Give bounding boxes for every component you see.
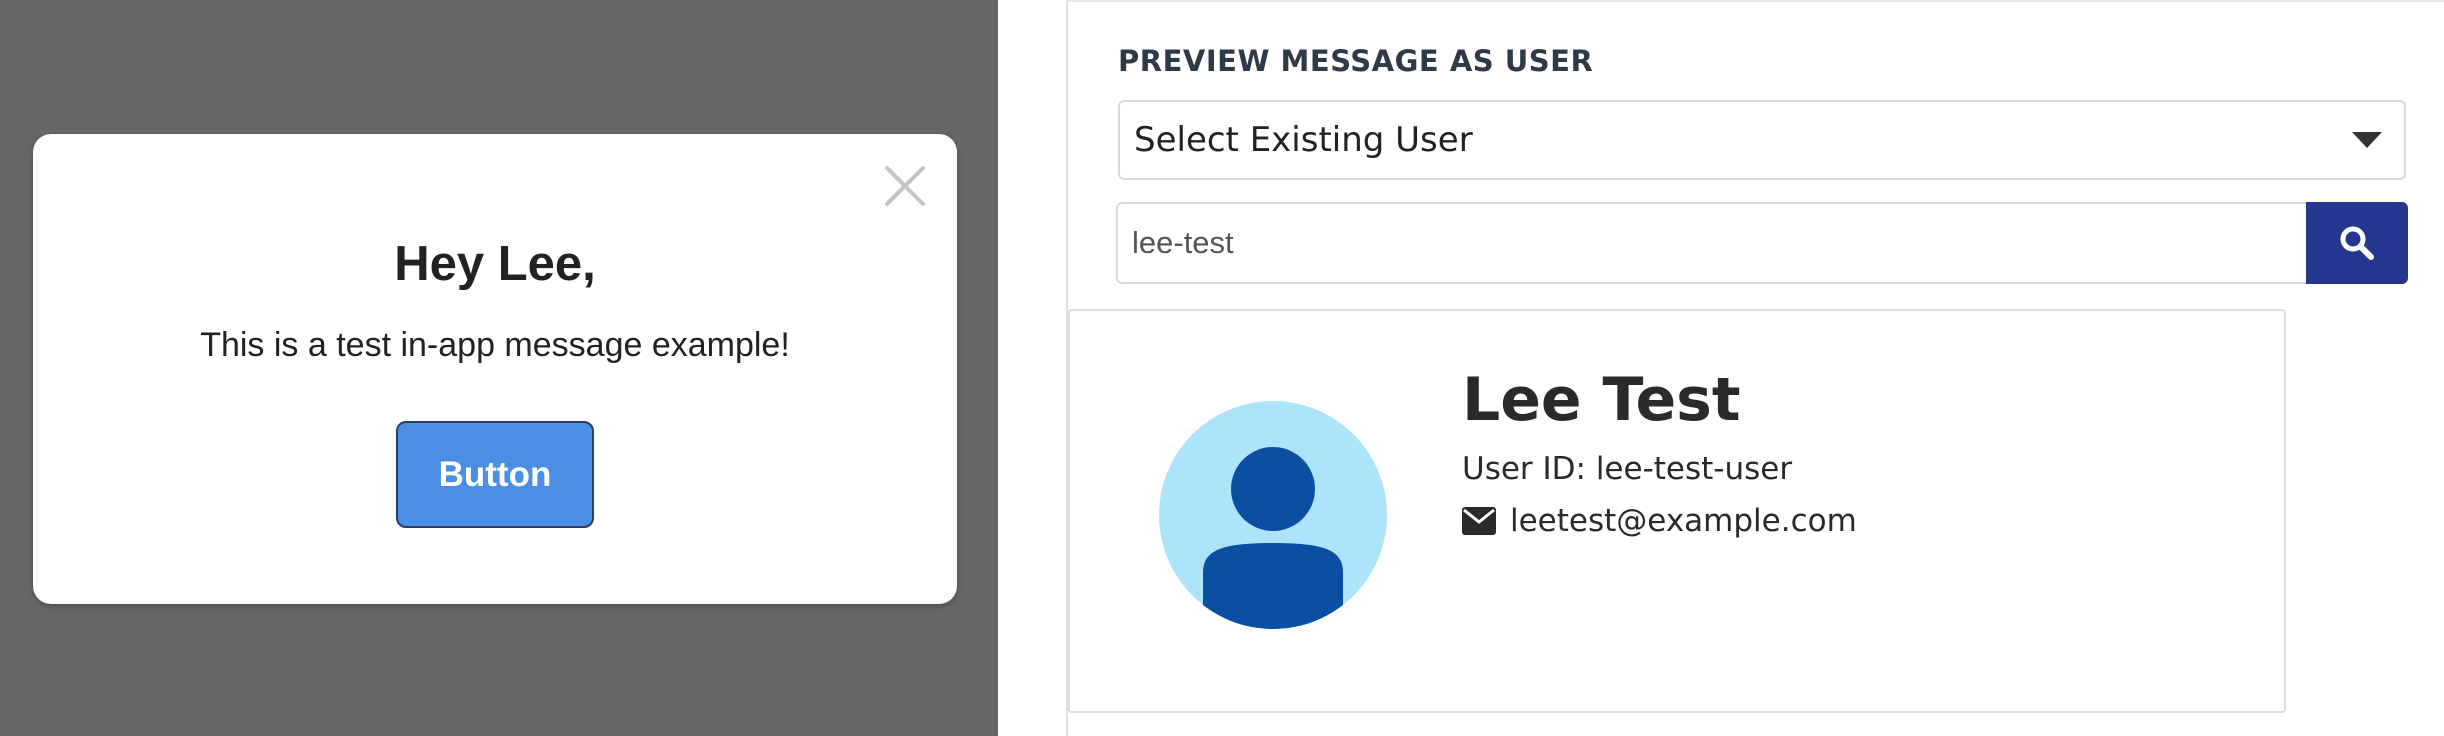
top-divider — [1066, 0, 2444, 2]
avatar — [1159, 401, 1387, 629]
user-email-row: leetest@example.com — [1462, 503, 1857, 539]
chevron-down-icon — [2352, 132, 2382, 148]
user-avatar-icon — [1203, 447, 1343, 629]
modal-title: Hey Lee, — [394, 237, 596, 291]
select-existing-user-dropdown[interactable]: Select Existing User — [1118, 100, 2406, 180]
in-app-message-modal: Hey Lee, This is a test in-app message e… — [33, 134, 957, 604]
user-select-value: Select Existing User — [1134, 120, 1473, 160]
message-preview-pane: Hey Lee, This is a test in-app message e… — [0, 0, 998, 736]
user-email: leetest@example.com — [1510, 503, 1857, 539]
search-button[interactable] — [2306, 202, 2408, 284]
modal-body-text: This is a test in-app message example! — [200, 326, 790, 364]
envelope-icon — [1462, 507, 1496, 535]
user-name: Lee Test — [1462, 365, 1741, 435]
close-icon[interactable] — [883, 164, 927, 208]
section-title: PREVIEW MESSAGE AS USER — [1118, 44, 1594, 78]
modal-cta-button[interactable]: Button — [396, 421, 594, 528]
search-icon — [2340, 226, 2374, 260]
preview-settings-pane: PREVIEW MESSAGE AS USER Select Existing … — [998, 0, 2444, 736]
user-id: User ID: lee-test-user — [1462, 451, 1793, 487]
user-search-input[interactable] — [1116, 202, 2306, 284]
user-result-card[interactable]: Lee Test User ID: lee-test-user leetest@… — [1068, 309, 2286, 713]
app-root: Hey Lee, This is a test in-app message e… — [0, 0, 2444, 736]
